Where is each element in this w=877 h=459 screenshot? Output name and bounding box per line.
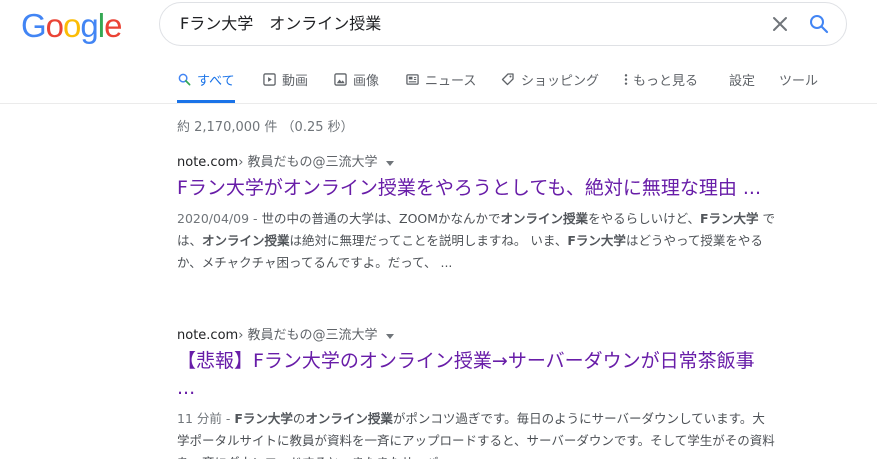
logo-letter: o [45, 7, 64, 44]
result-url[interactable]: note.com › 教員だもの@三流大学 [177, 326, 777, 346]
tab-label: すべて [197, 73, 235, 89]
result-date: 2020/04/09 - [177, 211, 262, 226]
result-title-link[interactable]: Fラン大学がオンライン授業をやろうとしても、絶対に無理な理由 ... [177, 175, 777, 202]
result-site: note.com [177, 155, 239, 170]
tab-images[interactable]: 画像 [333, 56, 379, 102]
logo-letter: G [21, 7, 47, 44]
more-vert-icon [623, 72, 629, 86]
search-input[interactable] [180, 3, 740, 45]
snippet-text: の [292, 411, 306, 426]
result-breadcrumb: › 教員だもの@三流大学 [238, 155, 378, 170]
result-snippet: 2020/04/09 - 世の中の普通の大学は、ZOOMかなんかでオンライン授業… [177, 208, 777, 274]
tab-tools[interactable]: ツール [779, 56, 818, 102]
snippet-text: をやるらしいけど、 [588, 211, 700, 226]
tab-more[interactable]: もっと見る [623, 56, 698, 102]
chevron-down-icon[interactable] [385, 160, 394, 166]
snippet-text: 世の中の普通の大学は、ZOOMかなんかで [261, 211, 501, 226]
snippet-highlight: Fラン大学 [699, 211, 759, 226]
tag-icon [501, 72, 515, 86]
result-title-link[interactable]: 【悲報】Fラン大学のオンライン授業→サーバーダウンが日常茶飯事 ... [177, 348, 777, 402]
tab-label: 画像 [353, 73, 380, 89]
search-result: note.com › 教員だもの@三流大学 Fラン大学がオンライン授業をやろうと… [177, 153, 777, 274]
result-url[interactable]: note.com › 教員だもの@三流大学 [177, 153, 777, 173]
result-stats: 約 2,170,000 件 （0.25 秒） [177, 120, 354, 135]
tab-all[interactable]: すべて [177, 56, 235, 103]
google-logo[interactable]: Google [21, 6, 122, 46]
result-snippet: 11 分前 - Fラン大学のオンライン授業がポンコツ過ぎです。毎日のようにサーバ… [177, 408, 777, 459]
logo-letter: e [104, 7, 122, 44]
tab-label: ツール [779, 73, 819, 89]
tab-label: ショッピング [521, 73, 600, 89]
image-icon [333, 72, 347, 86]
video-icon [262, 72, 276, 86]
search-icon [177, 72, 191, 86]
result-site: note.com [177, 328, 239, 343]
search-results-page: Google すべて [0, 0, 877, 459]
snippet-highlight: Fラン大学 [567, 233, 626, 248]
search-icon[interactable] [808, 13, 830, 35]
result-date: 11 分前 - [177, 411, 235, 426]
tab-shopping[interactable]: ショッピング [501, 56, 599, 102]
tab-videos[interactable]: 動画 [262, 56, 308, 102]
close-icon[interactable] [770, 14, 790, 34]
search-tabs: すべて 動画 画像 ニュース ショッピング もっと見る 設定 ツール [0, 56, 877, 104]
snippet-highlight: オンライン授業 [305, 411, 393, 426]
tab-settings[interactable]: 設定 [729, 56, 755, 102]
tab-label: 設定 [729, 73, 756, 89]
search-box [159, 2, 847, 46]
tab-label: 動画 [282, 73, 309, 89]
snippet-highlight: オンライン授業 [202, 233, 290, 248]
chevron-down-icon[interactable] [385, 333, 394, 339]
snippet-text: は絶対に無理だってことを説明しますね。 いま、 [289, 233, 568, 248]
tab-label: ニュース [425, 73, 477, 89]
result-breadcrumb: › 教員だもの@三流大学 [238, 328, 378, 343]
logo-letter: o [63, 7, 81, 44]
tab-label: もっと見る [633, 73, 699, 89]
logo-letter: g [80, 7, 98, 44]
snippet-highlight: オンライン授業 [500, 211, 589, 226]
search-result: note.com › 教員だもの@三流大学 【悲報】Fラン大学のオンライン授業→… [177, 326, 777, 459]
news-icon [405, 72, 419, 86]
tab-news[interactable]: ニュース [405, 56, 476, 102]
snippet-highlight: Fラン大学 [234, 411, 293, 426]
